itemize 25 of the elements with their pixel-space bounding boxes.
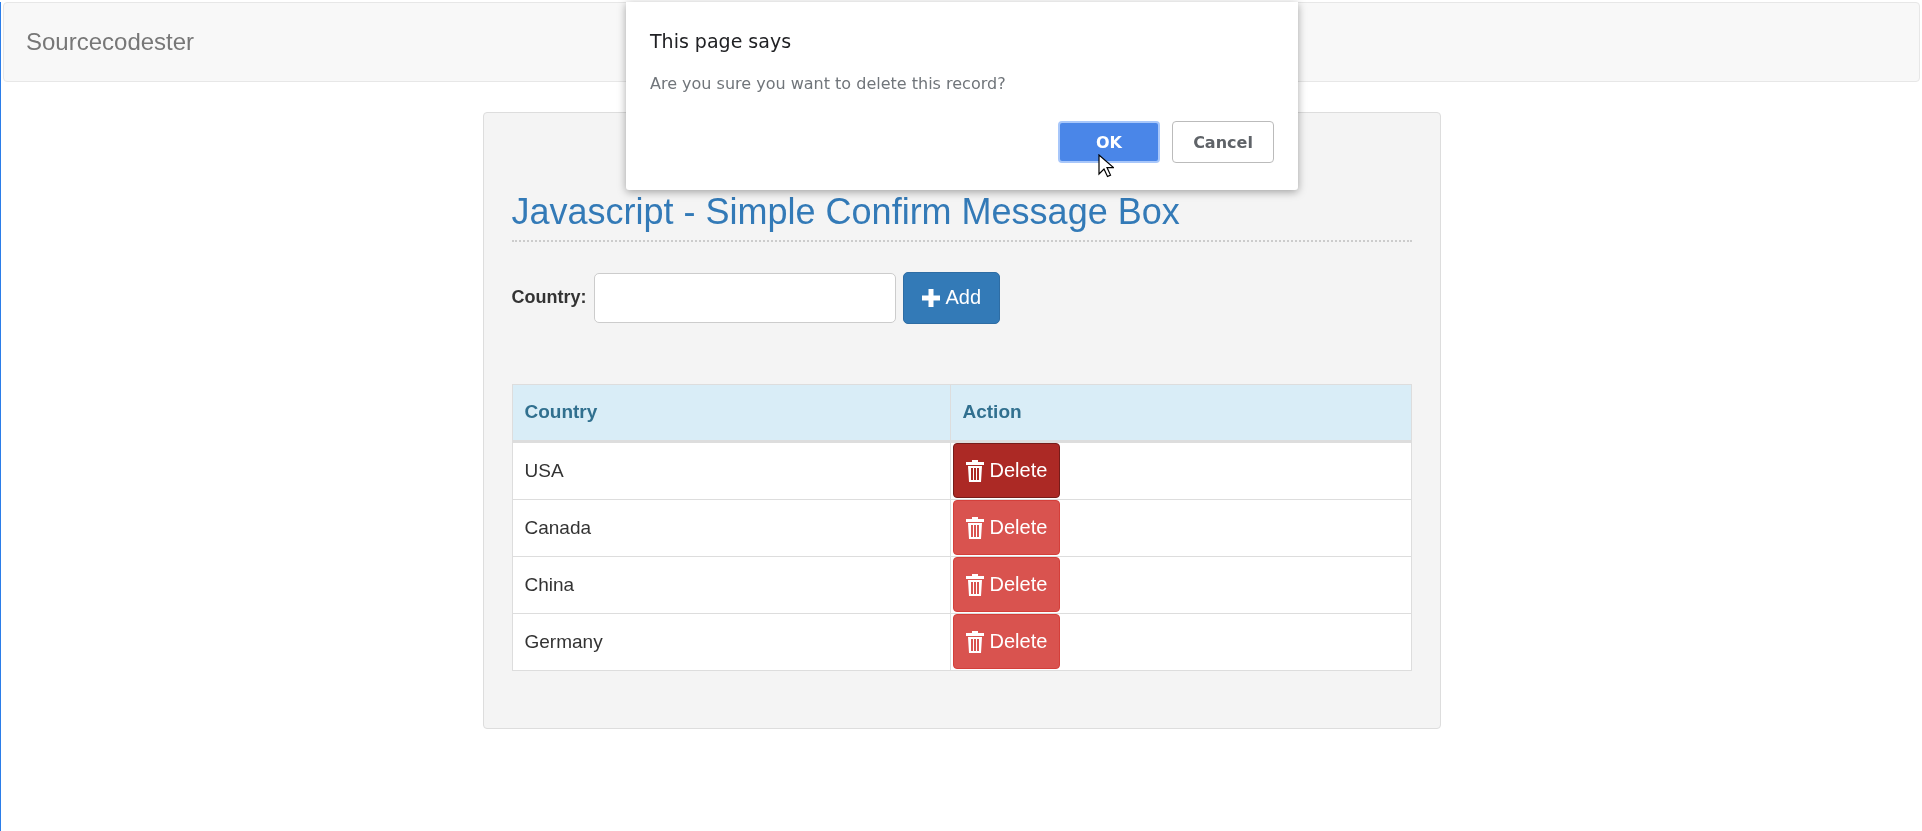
plus-icon <box>921 288 940 307</box>
field-label: Country: <box>511 287 587 309</box>
trash-icon <box>965 630 984 653</box>
ok-button[interactable]: OK <box>1058 121 1160 163</box>
delete-button[interactable]: Delete <box>952 500 1061 556</box>
dialog-title: This page says <box>650 30 793 52</box>
cursor-icon <box>1098 154 1114 178</box>
page-title: Javascript - Simple Confirm Message Box <box>511 190 1181 234</box>
delete-button[interactable]: Delete <box>952 443 1061 499</box>
cancel-button[interactable]: Cancel <box>1172 121 1274 163</box>
column-header: Country <box>512 384 950 442</box>
table-cell: Canada <box>512 499 950 557</box>
table-cell: USA <box>512 441 950 500</box>
dialog-message: Are you sure you want to delete this record? <box>650 74 1007 93</box>
delete-button[interactable]: Delete <box>952 614 1061 670</box>
navbar-brand[interactable]: Sourcecodester <box>26 28 195 56</box>
column-header: Action <box>950 384 1411 442</box>
delete-button[interactable]: Delete <box>952 557 1061 613</box>
table-cell: China <box>512 556 950 614</box>
trash-icon <box>965 516 984 539</box>
trash-icon <box>965 573 984 596</box>
add-button[interactable]: Add <box>902 271 1001 324</box>
table-cell: Germany <box>512 613 950 671</box>
country-input[interactable] <box>593 272 896 323</box>
trash-icon <box>965 459 984 482</box>
